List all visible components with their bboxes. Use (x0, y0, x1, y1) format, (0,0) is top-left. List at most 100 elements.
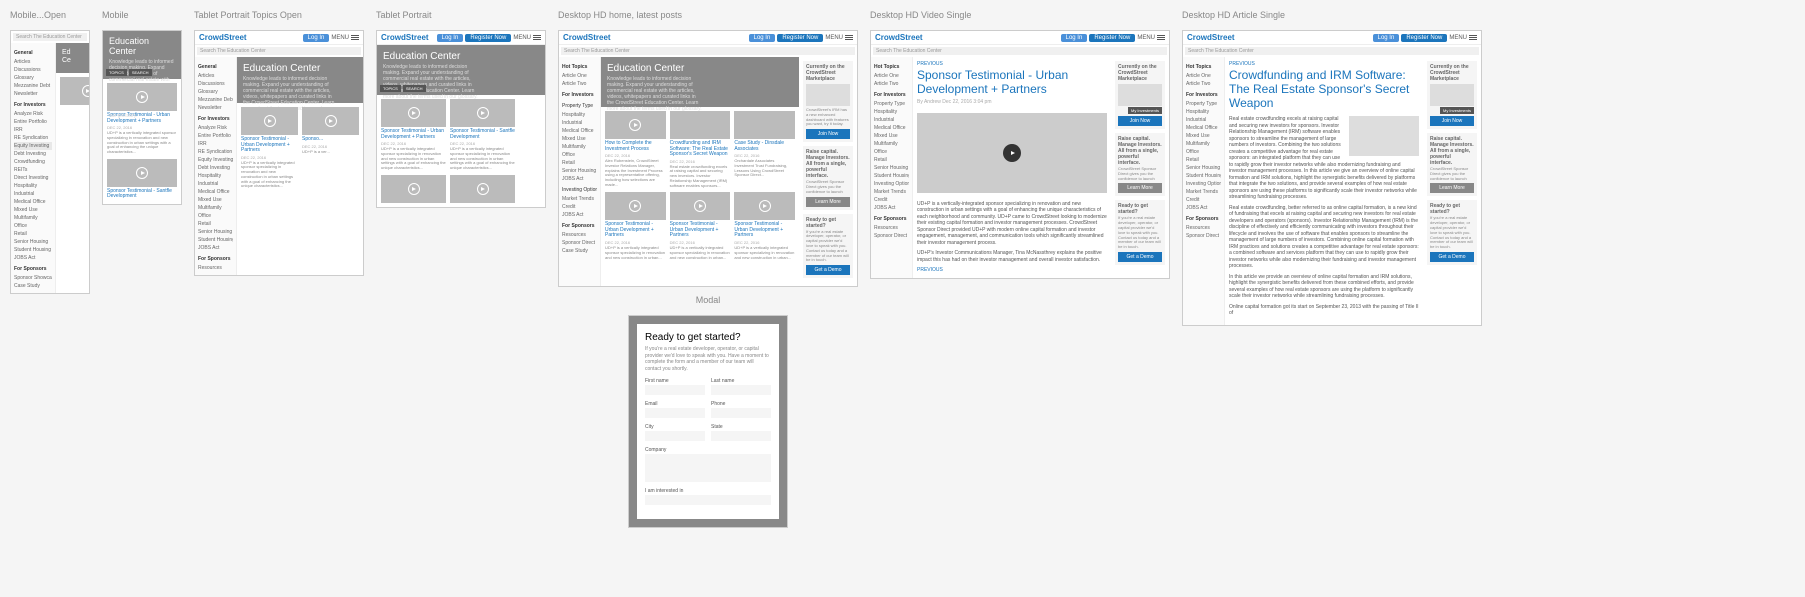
previous-link[interactable]: PREVIOUS (1225, 57, 1423, 67)
sidebar-item[interactable]: Discussions (198, 80, 233, 88)
my-investments-button[interactable]: My Investments (1128, 107, 1162, 114)
sidebar-item[interactable]: Articles (198, 72, 233, 80)
sidebar-item[interactable]: Student Housing (874, 172, 909, 180)
sidebar-item[interactable]: Case Study (14, 282, 52, 290)
learn-more-button[interactable]: Learn More (1118, 183, 1162, 193)
sidebar-subheading[interactable]: Property Type (562, 102, 597, 110)
sidebar-item[interactable]: Mixed Use (1186, 132, 1221, 140)
sidebar-item[interactable]: Hospitality (198, 172, 233, 180)
sidebar-item[interactable]: Article One (874, 72, 909, 80)
sidebar-item[interactable]: Office (874, 148, 909, 156)
sidebar-item[interactable]: Senior Housing (198, 228, 233, 236)
sidebar-item[interactable]: Crowdfunding (14, 158, 52, 166)
logo[interactable]: CrowdStreet (563, 33, 611, 42)
sidebar-item[interactable]: Property Type (1186, 100, 1221, 108)
register-button[interactable]: Register Now (1089, 34, 1135, 42)
sidebar-item[interactable]: REITs (14, 166, 52, 174)
menu-label[interactable]: MENU (1137, 35, 1155, 41)
card-image[interactable] (605, 111, 666, 139)
previous-link[interactable]: PREVIOUS (913, 57, 1111, 67)
sidebar-item[interactable]: Analyze Risk (198, 124, 233, 132)
join-now-button[interactable]: Join Now (1118, 116, 1162, 126)
get-demo-button[interactable]: Get a Demo (1430, 252, 1474, 262)
login-button[interactable]: Log In (437, 34, 464, 42)
sidebar-item[interactable]: Retail (14, 230, 52, 238)
search-input[interactable]: Search The Education Center (1185, 47, 1479, 55)
sidebar-item[interactable]: Discussions (14, 66, 52, 74)
sidebar-item[interactable]: Resources (198, 264, 233, 272)
sidebar-item[interactable]: JOBS Act (874, 204, 909, 212)
card-title[interactable]: Sponsor Testimonial - Urban Development … (734, 222, 795, 239)
sidebar-item[interactable]: Article Two (874, 80, 909, 88)
video-player[interactable] (917, 113, 1107, 193)
card-image[interactable] (107, 83, 177, 111)
card-title[interactable]: Crowdfunding and IRM Software: The Real … (670, 141, 731, 158)
card-image[interactable] (302, 107, 359, 135)
sidebar-item[interactable]: JOBS Act (562, 175, 597, 183)
sidebar-item[interactable]: Glossary (14, 74, 52, 82)
sidebar-item[interactable]: Medical Office (562, 127, 597, 135)
sidebar-item[interactable]: Senior Housing (14, 238, 52, 246)
sidebar-item[interactable]: Sponsor Direct (874, 232, 909, 240)
sidebar-item[interactable]: Sponsor Direct (562, 239, 597, 247)
join-now-button[interactable]: Join Now (1430, 116, 1474, 126)
last-name-input[interactable] (711, 385, 771, 395)
sidebar-subheading[interactable]: Investing Options (562, 186, 597, 194)
sidebar-item[interactable]: Multifamily (562, 143, 597, 151)
sidebar-item[interactable]: IRR (198, 140, 233, 148)
sidebar-item[interactable]: Credit (1186, 196, 1221, 204)
hero-pill[interactable]: SEARCH (403, 85, 426, 92)
hamburger-icon[interactable] (1469, 35, 1477, 41)
register-button[interactable]: Register Now (777, 34, 823, 42)
login-button[interactable]: Log In (303, 34, 330, 42)
sidebar-item[interactable]: Medical Office (1186, 124, 1221, 132)
sidebar-item[interactable]: JOBS Act (562, 211, 597, 219)
sidebar-item[interactable]: Hospitality (874, 108, 909, 116)
hamburger-icon[interactable] (845, 35, 853, 41)
email-input[interactable] (645, 408, 705, 418)
sidebar-item[interactable]: Investing Options (874, 180, 909, 188)
card-title[interactable]: Sponsor Testimonial - Urban Development … (241, 137, 298, 154)
sidebar-item[interactable]: Mixed Use (14, 206, 52, 214)
sidebar-item[interactable]: JOBS Act (1186, 204, 1221, 212)
sidebar-item[interactable]: Student Housing (198, 236, 233, 244)
register-button[interactable]: Register Now (1401, 34, 1447, 42)
company-input[interactable] (645, 454, 771, 482)
card-image[interactable] (60, 77, 89, 105)
sidebar-item[interactable]: Retail (874, 156, 909, 164)
sidebar-item[interactable]: Retail (198, 220, 233, 228)
sidebar-item[interactable]: Retail (562, 159, 597, 167)
my-investments-button[interactable]: My Investments (1440, 107, 1474, 114)
sidebar-item[interactable]: Senior Housing (1186, 164, 1221, 172)
sidebar-item[interactable]: Article Two (562, 80, 597, 88)
menu-label[interactable]: MENU (1449, 35, 1467, 41)
sidebar-item[interactable]: RE Syndication (14, 134, 52, 142)
card-title[interactable]: Sponsor Testimonial - Urban Development … (381, 129, 446, 140)
card-image[interactable] (450, 175, 515, 203)
get-demo-button[interactable]: Get a Demo (806, 265, 850, 275)
card-title[interactable]: Sponsor Testimonial - Santfle Developmen… (107, 189, 177, 200)
sidebar-item[interactable]: Credit (874, 196, 909, 204)
sidebar-item[interactable]: Industrial (198, 180, 233, 188)
sidebar-item[interactable]: Medical Office (198, 188, 233, 196)
hero-pill[interactable]: SEARCH (129, 69, 152, 76)
card-image[interactable] (734, 192, 795, 220)
sidebar-item[interactable]: Articles (14, 58, 52, 66)
sidebar-item[interactable]: JOBS Act (198, 244, 233, 252)
sidebar-item[interactable]: Medical Office (14, 198, 52, 206)
card-image[interactable] (734, 111, 795, 139)
search-input[interactable]: Search The Education Center (197, 47, 361, 55)
sidebar-item[interactable]: Industrial (14, 190, 52, 198)
sidebar-item[interactable]: Resources (874, 224, 909, 232)
sidebar-item[interactable]: Industrial (874, 116, 909, 124)
sidebar-item[interactable]: Mixed Use (874, 132, 909, 140)
card-image[interactable] (450, 99, 515, 127)
sidebar-item[interactable]: Entire Portfolio (14, 118, 52, 126)
sidebar-item[interactable]: Sponsor Direct (1186, 232, 1221, 240)
login-button[interactable]: Log In (1061, 34, 1088, 42)
sidebar-item[interactable]: Mezzanine Debt (14, 82, 52, 90)
sidebar-item[interactable]: Office (14, 222, 52, 230)
sidebar-item-selected[interactable]: Equity Investing (14, 142, 52, 150)
hero-pill[interactable]: TOPICS (106, 69, 127, 76)
sidebar-item[interactable]: Investing Options (1186, 180, 1221, 188)
